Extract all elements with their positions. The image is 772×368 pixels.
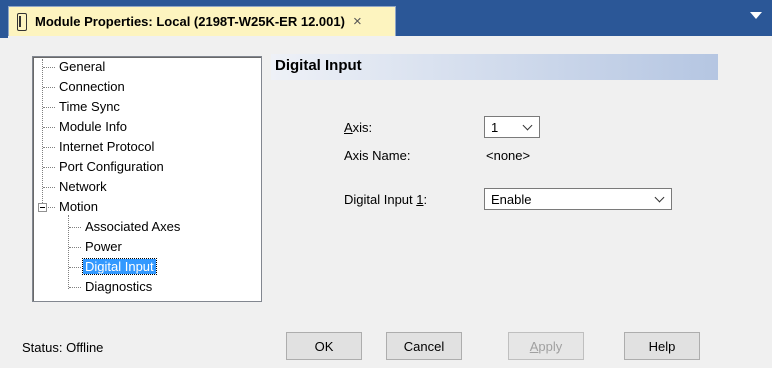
cancel-button[interactable]: Cancel xyxy=(386,332,462,360)
section-header: Digital Input xyxy=(271,54,718,80)
close-icon[interactable]: × xyxy=(353,14,362,29)
status-text: Status: Offline xyxy=(22,340,104,355)
tree-item-diagnostics[interactable]: Diagnostics xyxy=(83,277,154,297)
axis-select[interactable]: 1 xyxy=(484,116,540,138)
category-tree[interactable]: General Connection Time Sync Module Info… xyxy=(32,56,262,302)
collapse-icon[interactable] xyxy=(38,203,47,212)
apply-button[interactable]: Apply xyxy=(508,332,584,360)
tree-item-associated-axes[interactable]: Associated Axes xyxy=(83,217,182,237)
digital-input-1-select[interactable]: Enable xyxy=(484,188,672,210)
chevron-down-icon xyxy=(654,192,665,203)
tree-item-module-info[interactable]: Module Info xyxy=(57,117,129,137)
help-button[interactable]: Help xyxy=(624,332,700,360)
tree-item-motion[interactable]: Motion xyxy=(57,197,100,217)
tab-title: Module Properties: Local (2198T-W25K-ER … xyxy=(35,14,345,29)
tree-item-digital-input[interactable]: Digital Input xyxy=(82,257,157,277)
axis-name-label: Axis Name: xyxy=(344,148,411,163)
tree-item-internet-protocol[interactable]: Internet Protocol xyxy=(57,137,156,157)
module-properties-dialog: General Connection Time Sync Module Info… xyxy=(8,36,772,368)
title-bar: Module Properties: Local (2198T-W25K-ER … xyxy=(0,0,772,38)
tree-item-power[interactable]: Power xyxy=(83,237,124,257)
module-icon xyxy=(17,12,27,31)
ok-button[interactable]: OK xyxy=(286,332,362,360)
axis-label: Axis: xyxy=(344,120,373,135)
tree-item-general[interactable]: General xyxy=(57,57,107,77)
digital-input-1-select-value: Enable xyxy=(491,191,532,207)
chevron-down-icon xyxy=(522,120,533,131)
axis-name-value: <none> xyxy=(486,148,531,163)
tree-item-network[interactable]: Network xyxy=(57,177,109,197)
tree-item-time-sync[interactable]: Time Sync xyxy=(57,97,122,117)
section-title: Digital Input xyxy=(275,57,362,74)
document-tab[interactable]: Module Properties: Local (2198T-W25K-ER … xyxy=(8,6,396,36)
tree-item-port-configuration[interactable]: Port Configuration xyxy=(57,157,166,177)
tree-item-connection[interactable]: Connection xyxy=(57,77,127,97)
digital-input-1-label: Digital Input 1: xyxy=(344,192,428,207)
dropdown-arrow-icon[interactable] xyxy=(750,12,762,19)
axis-select-value: 1 xyxy=(491,119,499,135)
